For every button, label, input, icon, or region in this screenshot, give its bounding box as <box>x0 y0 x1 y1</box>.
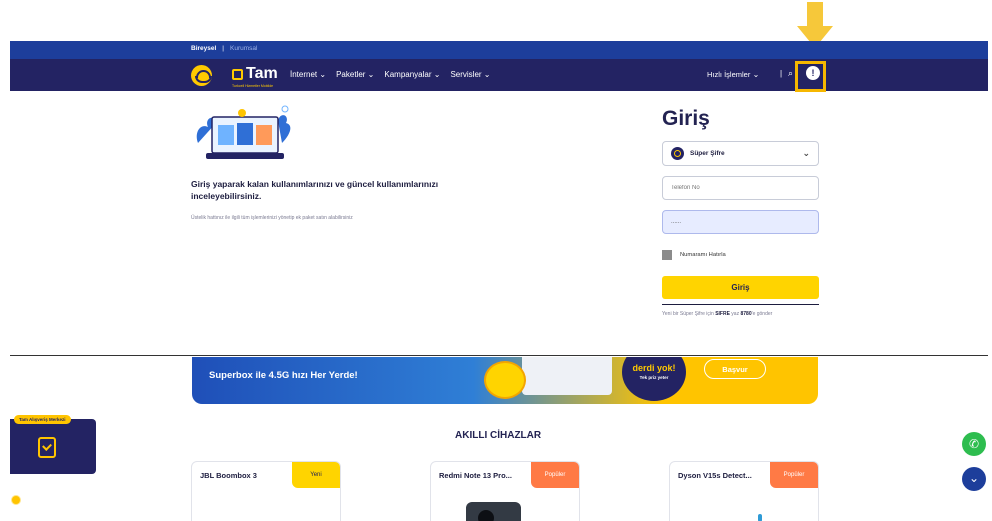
product-tag: Yeni <box>292 462 340 488</box>
superbox-banner[interactable]: Superbox ile 4.5G hızı Her Yerde! derdi … <box>192 357 818 404</box>
segment-separator: | <box>222 45 224 52</box>
product-name: Dyson V15s Detect... <box>678 471 752 480</box>
remember-checkbox[interactable] <box>662 250 672 260</box>
quick-actions-menu[interactable]: Hızlı İşlemler <box>707 70 759 79</box>
superbox-device-image <box>522 357 612 395</box>
login-button[interactable]: Giriş <box>662 276 819 299</box>
hint-prefix: Yeni bir Süper Şifre için <box>662 311 716 317</box>
brand-tagline: Turkcell Hizmetler Mobilde <box>232 84 274 88</box>
hint-number: 8780 <box>740 311 752 317</box>
login-illustration <box>196 105 291 159</box>
product-card[interactable]: Redmi Note 13 Pro... Popüler <box>430 461 580 521</box>
password-hint: Yeni bir Süper Şifre için SIFRE yaz 8780… <box>662 311 772 317</box>
hint-suffix: 'e gönder <box>751 311 773 317</box>
product-image <box>758 514 762 521</box>
banner-text: Superbox ile 4.5G hızı Her Yerde! <box>209 370 358 381</box>
segment-bar: Bireysel | Kurumsal <box>10 41 988 59</box>
annotation-highlight <box>795 61 826 92</box>
shopping-check-icon <box>38 437 56 458</box>
remember-label: Numaramı Hatırla <box>680 252 726 258</box>
product-image <box>466 502 521 521</box>
nav-menu: İnternet Paketler Kampanyalar Servisler <box>290 70 491 79</box>
nav-servisler[interactable]: Servisler <box>450 70 490 79</box>
phone-input[interactable] <box>662 176 819 200</box>
market-label: Tam Alışveriş Merkezi <box>14 415 71 424</box>
whatsapp-icon[interactable]: ✆ <box>962 432 986 456</box>
chevron-down-icon[interactable]: ⌄ <box>962 467 986 491</box>
product-card[interactable]: Dyson V15s Detect... Popüler <box>669 461 819 521</box>
promo-title: Giriş yaparak kalan kullanımlarınızı ve … <box>191 179 439 201</box>
promo-description: Üstelik hattınız ile ilgili tüm işlemler… <box>191 215 353 221</box>
segment-bireysel[interactable]: Bireysel <box>191 45 216 52</box>
hint-code: SIFRE <box>715 311 730 317</box>
nav-internet[interactable]: İnternet <box>290 70 326 79</box>
badge-main: derdi yok! <box>632 363 676 373</box>
password-input[interactable] <box>662 210 819 234</box>
apply-button[interactable]: Başvur <box>704 359 766 379</box>
login-method-select[interactable]: Süper Şifre ⌄ <box>662 141 819 166</box>
remember-number[interactable]: Numaramı Hatırla <box>662 250 726 260</box>
hint-mid: yaz <box>729 311 741 317</box>
login-method-value: Süper Şifre <box>690 150 725 157</box>
search-icon[interactable]: ⌕ <box>788 68 793 79</box>
shopping-center-widget[interactable]: Tam Alışveriş Merkezi <box>10 415 96 474</box>
product-name: JBL Boombox 3 <box>200 471 257 480</box>
nav-kampanyalar[interactable]: Kampanyalar <box>384 70 440 79</box>
section-divider <box>10 355 988 356</box>
product-card[interactable]: JBL Boombox 3 Yeni <box>191 461 341 521</box>
tam-brand[interactable]: Tam Turkcell Hizmetler Mobilde <box>232 65 278 88</box>
chevron-down-icon: ⌄ <box>802 148 810 158</box>
nav-separator: | <box>780 69 783 78</box>
badge-sub: Tek priz yeter <box>639 375 669 380</box>
tam-logo-icon <box>232 68 243 80</box>
segment-kurumsal[interactable]: Kurumsal <box>230 45 257 52</box>
login-title: Giriş <box>662 107 710 130</box>
segment-switch: Bireysel | Kurumsal <box>191 45 257 52</box>
product-name: Redmi Note 13 Pro... <box>439 471 512 480</box>
divider-line <box>662 304 819 305</box>
brand-name: Tam <box>246 65 278 82</box>
product-tag: Popüler <box>770 462 818 488</box>
turkcell-logo[interactable] <box>191 65 212 86</box>
banner-badge: derdi yok! Tek priz yeter <box>622 357 686 401</box>
bell-icon[interactable] <box>11 495 21 505</box>
product-tag: Popüler <box>531 462 579 488</box>
section-title: AKILLI CİHAZLAR <box>455 430 542 441</box>
turkcell-logo-icon <box>671 147 684 160</box>
mascot-image <box>484 361 526 399</box>
main-navbar: Tam Turkcell Hizmetler Mobilde İnternet … <box>10 59 988 91</box>
nav-paketler[interactable]: Paketler <box>336 70 374 79</box>
